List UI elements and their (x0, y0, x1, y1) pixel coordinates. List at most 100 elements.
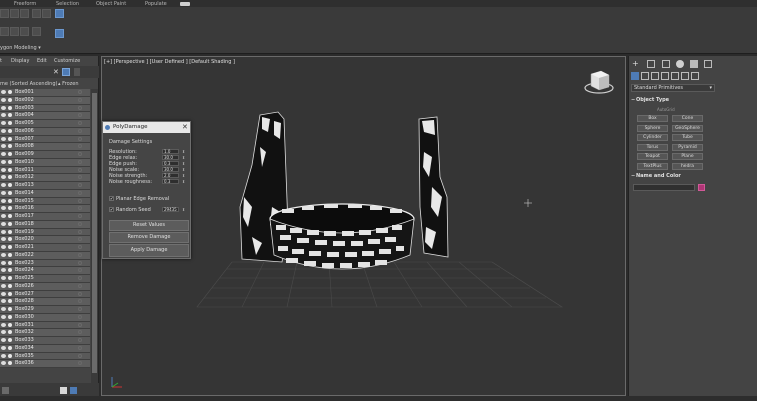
remove-damage-button[interactable]: Remove Damage (109, 232, 189, 243)
dialog-close-icon[interactable]: ✕ (182, 123, 188, 131)
filter-icon[interactable] (62, 68, 70, 76)
freeze-icon[interactable] (78, 175, 82, 180)
primitive-button-geosphere[interactable]: GeoSphere (672, 124, 703, 132)
filter-options-icon[interactable] (74, 68, 80, 76)
list-item[interactable]: Box018 (0, 220, 90, 229)
param-spinner[interactable]: ⬍ (182, 161, 185, 166)
tool-icon-1[interactable] (0, 9, 9, 18)
freeze-icon[interactable] (78, 314, 82, 319)
ribbon-highlight-icon-2[interactable] (55, 29, 64, 38)
param-spinner[interactable]: ⬍ (182, 167, 185, 172)
eye-icon[interactable] (1, 283, 6, 288)
primitive-button-plane[interactable]: Plane (672, 153, 703, 161)
param-spinner[interactable]: ⬍ (182, 179, 185, 184)
eye-icon[interactable] (1, 113, 6, 118)
primitive-button-textplus[interactable]: TextPlus (637, 163, 668, 170)
geometry-icon[interactable] (631, 72, 639, 80)
list-item[interactable]: Box003 (0, 104, 90, 113)
tab-freeform[interactable]: Freeform (14, 1, 36, 7)
tab-selection[interactable]: Selection (56, 1, 79, 7)
tab-object-paint[interactable]: Object Paint (96, 1, 126, 7)
list-item[interactable]: Box001 (0, 89, 90, 97)
param-value-field[interactable]: 1.0 (162, 149, 179, 154)
list-item[interactable]: Box022 (0, 251, 90, 260)
list-item[interactable]: Box007 (0, 135, 90, 144)
list-item[interactable]: Box010 (0, 158, 90, 167)
eye-icon[interactable] (1, 245, 6, 249)
eye-icon[interactable] (1, 345, 6, 350)
right-pillar[interactable] (418, 116, 449, 258)
frozen-header[interactable]: ▴ Frozen (58, 81, 79, 87)
freeze-icon[interactable] (78, 353, 82, 358)
freeze-icon[interactable] (78, 361, 82, 366)
random-seed-field[interactable]: 29435 (162, 207, 179, 212)
list-item[interactable]: Box011 (0, 166, 90, 175)
list-item[interactable]: Box023 (0, 259, 90, 268)
utilities-tab-icon[interactable] (704, 60, 712, 68)
list-item[interactable]: Box002 (0, 96, 90, 105)
eye-icon[interactable] (1, 268, 6, 273)
list-item[interactable]: Box025 (0, 275, 90, 283)
list-item[interactable]: Box008 (0, 143, 90, 151)
tool-icon-3[interactable] (20, 9, 29, 18)
lights-icon[interactable] (651, 72, 659, 80)
primitive-button-sphere[interactable]: Sphere (637, 124, 668, 132)
list-item[interactable]: Box006 (0, 127, 90, 136)
eye-icon[interactable] (1, 299, 6, 304)
eye-icon[interactable] (1, 252, 6, 257)
eye-icon[interactable] (1, 128, 6, 133)
ribbon-options-icon[interactable] (180, 2, 190, 6)
layer-icon[interactable] (2, 387, 9, 394)
list-item[interactable]: Box036 (0, 360, 90, 368)
freeze-icon[interactable] (78, 152, 82, 156)
list-item[interactable]: Box026 (0, 282, 90, 291)
tab-populate[interactable]: Populate (145, 1, 167, 7)
tool-icon-2[interactable] (10, 9, 19, 18)
freeze-icon[interactable] (78, 245, 82, 249)
apply-damage-button[interactable]: Apply Damage (109, 244, 189, 257)
list-item[interactable]: Box009 (0, 151, 90, 159)
param-value-field[interactable]: 30.0 (162, 155, 179, 160)
freeze-icon[interactable] (78, 159, 82, 164)
autogrid-checkbox[interactable]: AutoGrid (657, 107, 675, 112)
list-item[interactable]: Box016 (0, 205, 90, 213)
eye-icon[interactable] (1, 97, 6, 102)
freeze-icon[interactable] (78, 260, 82, 265)
eye-icon[interactable] (1, 322, 6, 327)
list-item[interactable]: Box015 (0, 197, 90, 206)
freeze-icon[interactable] (78, 183, 82, 187)
primitive-button-torus[interactable]: Torus (637, 143, 668, 151)
object-color-swatch[interactable] (698, 184, 705, 191)
param-value-field[interactable]: 0.3 (162, 179, 179, 184)
list-item[interactable]: Box017 (0, 213, 90, 221)
list-item[interactable]: Box012 (0, 174, 90, 182)
primitive-button-teapot[interactable]: Teapot (637, 153, 668, 161)
sort-header[interactable]: me (Sorted Ascending) (0, 81, 57, 87)
eye-icon[interactable] (1, 260, 6, 265)
tool-icon-9[interactable] (32, 27, 41, 36)
param-spinner[interactable]: ⬍ (182, 155, 185, 160)
eye-icon[interactable] (1, 159, 6, 164)
eye-icon[interactable] (1, 175, 6, 180)
spacewarps-icon[interactable] (681, 72, 689, 80)
scene-tree-scrollbar[interactable] (91, 89, 98, 401)
tool-icon-7[interactable] (10, 27, 19, 36)
primitive-button-box[interactable]: Box (637, 115, 668, 122)
scrollbar-thumb[interactable] (92, 93, 97, 373)
shapes-icon[interactable] (641, 72, 649, 80)
object-name-field[interactable] (633, 184, 695, 191)
systems-icon[interactable] (691, 72, 699, 80)
eye-icon[interactable] (1, 214, 6, 218)
freeze-icon[interactable] (78, 237, 82, 242)
list-item[interactable]: Box033 (0, 337, 90, 345)
primitive-button-tube[interactable]: Tube (672, 134, 703, 142)
ribbon-highlight-icon-1[interactable] (55, 9, 64, 18)
primitive-type-dropdown[interactable]: Standard Primitives ▾ (631, 84, 715, 92)
eye-icon[interactable] (1, 291, 6, 296)
tool-icon-4[interactable] (32, 9, 41, 18)
freeze-icon[interactable] (78, 97, 82, 102)
list-item[interactable]: Box004 (0, 112, 90, 120)
freeze-icon[interactable] (78, 136, 82, 141)
list-item[interactable]: Box034 (0, 344, 90, 353)
eye-icon[interactable] (1, 330, 6, 335)
